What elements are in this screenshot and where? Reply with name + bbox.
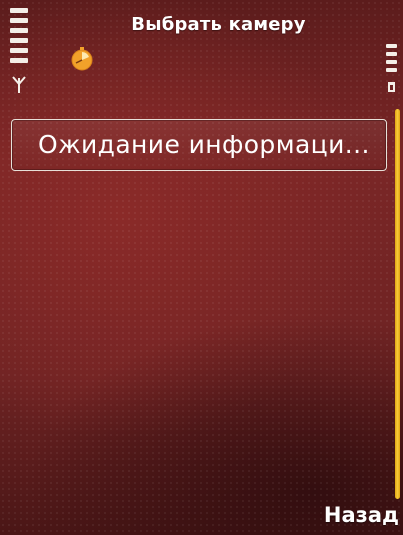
battery-cell-icon <box>388 82 395 92</box>
antenna-icon <box>12 76 26 93</box>
list-item-label: Ожидание информаци... <box>38 130 370 159</box>
background-texture <box>0 0 403 535</box>
scrollbar[interactable] <box>395 109 400 499</box>
clock-icon <box>71 47 93 71</box>
back-softkey[interactable]: Назад <box>324 500 399 530</box>
phone-screen: Выбрать камеру Ожидание информаци... Наз… <box>0 0 403 535</box>
list-item[interactable]: Ожидание информаци... <box>11 119 387 171</box>
battery-icon <box>385 44 399 96</box>
page-title: Выбрать камеру <box>131 14 306 35</box>
